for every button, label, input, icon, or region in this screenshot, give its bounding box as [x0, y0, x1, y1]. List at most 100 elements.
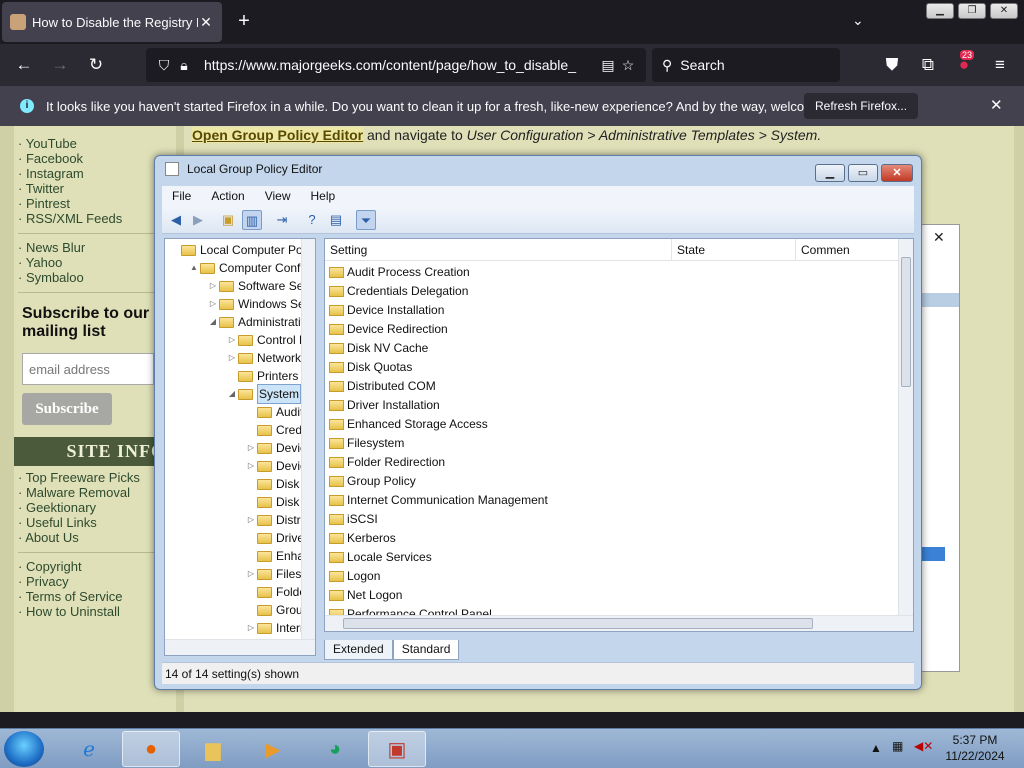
search-bar[interactable]: ⚲ Search: [652, 48, 840, 82]
properties-icon[interactable]: ▤: [326, 210, 346, 230]
tree-item[interactable]: ▷ Windows Sett: [207, 295, 311, 313]
sidebar-link-symbaloo[interactable]: Symbaloo: [14, 270, 176, 285]
url-bar[interactable]: ⛉ 🔒︎ https://www.majorgeeks.com/content/…: [146, 48, 646, 82]
list-vertical-scrollbar[interactable]: [898, 239, 913, 617]
setting-row[interactable]: Internet Communication Management: [329, 491, 548, 510]
tree-item[interactable]: ▷ Software Setti: [207, 277, 313, 295]
group-policy-taskbar-icon[interactable]: ▣: [368, 731, 426, 767]
menu-view[interactable]: View: [255, 189, 301, 203]
setting-row[interactable]: Kerberos: [329, 529, 396, 548]
setting-row[interactable]: Enhanced Storage Access: [329, 415, 488, 434]
sidebar-link-privacy[interactable]: Privacy: [14, 574, 176, 589]
tree-item[interactable]: ▲ Computer Config: [188, 259, 310, 277]
subscribe-button[interactable]: Subscribe: [22, 393, 112, 425]
sidebar-link-yahoo[interactable]: Yahoo: [14, 255, 176, 270]
setting-row[interactable]: Group Policy: [329, 472, 416, 491]
tree-vertical-scrollbar[interactable]: [301, 239, 315, 641]
tree-expander-icon[interactable]: ◢: [207, 313, 219, 331]
sidebar-link-uninstall[interactable]: How to Uninstall: [14, 604, 176, 619]
tree-expander-icon[interactable]: ▷: [245, 511, 257, 529]
tab-standard[interactable]: Standard: [392, 640, 460, 660]
bookmark-star-icon[interactable]: ☆: [618, 57, 638, 74]
edge-icon[interactable]: ◕: [306, 731, 364, 767]
tree-expander-icon[interactable]: ▷: [226, 331, 238, 349]
tree-expander-icon[interactable]: ▷: [245, 457, 257, 475]
tree-horizontal-scrollbar[interactable]: [165, 639, 315, 655]
sidebar-link-copyright[interactable]: Copyright: [14, 559, 176, 574]
setting-row[interactable]: Credentials Delegation: [329, 282, 468, 301]
start-button[interactable]: [4, 731, 44, 767]
sidebar-link-useful[interactable]: Useful Links: [14, 515, 176, 530]
minimize-window-button[interactable]: ▁: [926, 3, 954, 19]
tree-expander-icon[interactable]: ▷: [245, 619, 257, 637]
new-tab-icon[interactable]: +: [232, 10, 256, 33]
tree-item[interactable]: ▷ Network: [226, 349, 301, 367]
sidebar-link-terms[interactable]: Terms of Service: [14, 589, 176, 604]
tree-item[interactable]: Driver: [245, 529, 308, 547]
sidebar-link-about[interactable]: About Us: [14, 530, 176, 545]
setting-row[interactable]: Audit Process Creation: [329, 263, 470, 282]
setting-row[interactable]: iSCSI: [329, 510, 378, 529]
tab-extended[interactable]: Extended: [324, 640, 393, 660]
tree-item[interactable]: Printers: [226, 367, 298, 385]
reader-view-icon[interactable]: ▤: [598, 57, 618, 74]
menu-action[interactable]: Action: [201, 189, 254, 203]
internet-explorer-icon[interactable]: ℯ: [60, 731, 118, 767]
extensions-icon[interactable]: ⧉: [916, 54, 940, 76]
menu-file[interactable]: File: [162, 189, 201, 203]
gpe-maximize-button[interactable]: ▭: [848, 164, 878, 182]
sidebar-link-instagram[interactable]: Instagram: [14, 166, 176, 181]
setting-row[interactable]: Disk Quotas: [329, 358, 412, 377]
setting-row[interactable]: Distributed COM: [329, 377, 436, 396]
list-vertical-thumb[interactable]: [901, 257, 911, 387]
list-tabs-chevron-icon[interactable]: ⌄: [852, 12, 864, 29]
sidebar-link-pintrest[interactable]: Pintrest: [14, 196, 176, 211]
tree-item[interactable]: Local Computer Polic: [169, 241, 314, 259]
media-player-icon[interactable]: ▶: [244, 731, 302, 767]
close-window-button[interactable]: ✕: [990, 3, 1018, 19]
browser-tab[interactable]: How to Disable the Registry Edit ✕: [2, 2, 222, 42]
restore-window-button[interactable]: ❐: [958, 3, 986, 19]
setting-row[interactable]: Driver Installation: [329, 396, 440, 415]
filter-icon[interactable]: ⏷: [356, 210, 376, 230]
sidebar-link-malware[interactable]: Malware Removal: [14, 485, 176, 500]
email-input[interactable]: email address: [22, 353, 154, 385]
column-state[interactable]: State: [672, 239, 796, 261]
tab-close-icon[interactable]: ✕: [198, 14, 214, 31]
gpe-minimize-button[interactable]: ▁: [815, 164, 845, 182]
setting-row[interactable]: Device Installation: [329, 301, 444, 320]
list-horizontal-thumb[interactable]: [343, 618, 813, 629]
sidebar-link-geektionary[interactable]: Geektionary: [14, 500, 176, 515]
tree-expander-icon[interactable]: ▷: [207, 295, 219, 313]
back-arrow-icon[interactable]: ◀: [166, 210, 186, 230]
setting-row[interactable]: Disk NV Cache: [329, 339, 428, 358]
tree-item[interactable]: ◢ System: [226, 384, 302, 404]
taskbar-clock[interactable]: 5:37 PM 11/22/2024: [940, 732, 1010, 764]
sidebar-link-facebook[interactable]: Facebook: [14, 151, 176, 166]
help-icon[interactable]: ?: [302, 210, 322, 230]
forward-arrow-icon[interactable]: →: [48, 54, 72, 76]
firefox-icon[interactable]: ●: [122, 731, 180, 767]
column-comment[interactable]: Commen: [796, 239, 900, 261]
setting-row[interactable]: Logon: [329, 567, 380, 586]
setting-row[interactable]: Filesystem: [329, 434, 404, 453]
sidebar-link-freeware[interactable]: Top Freeware Picks: [14, 470, 176, 485]
group-policy-link[interactable]: Open Group Policy Editor: [192, 127, 364, 143]
tree-expander-icon[interactable]: ▷: [207, 277, 219, 295]
setting-row[interactable]: Folder Redirection: [329, 453, 445, 472]
file-explorer-icon[interactable]: ▆: [184, 731, 242, 767]
menu-hamburger-icon[interactable]: ≡: [988, 54, 1012, 76]
tree-item[interactable]: Group: [245, 601, 309, 619]
refresh-firefox-button[interactable]: Refresh Firefox...: [804, 93, 919, 119]
background-dialog-close-icon[interactable]: ✕: [933, 229, 945, 246]
sidebar-link-rss[interactable]: RSS/XML Feeds: [14, 211, 176, 226]
menu-help[interactable]: Help: [301, 189, 346, 203]
tree-item[interactable]: ◢ Administrative: [207, 313, 313, 331]
pocket-icon[interactable]: ⛊: [880, 54, 904, 76]
show-hide-tree-icon[interactable]: ▥: [242, 210, 262, 230]
setting-row[interactable]: Device Redirection: [329, 320, 448, 339]
up-folder-icon[interactable]: ▣: [218, 210, 238, 230]
forward-arrow-icon[interactable]: ▶: [188, 210, 208, 230]
gpe-close-button[interactable]: ✕: [881, 164, 913, 182]
list-horizontal-scrollbar[interactable]: [325, 615, 913, 631]
